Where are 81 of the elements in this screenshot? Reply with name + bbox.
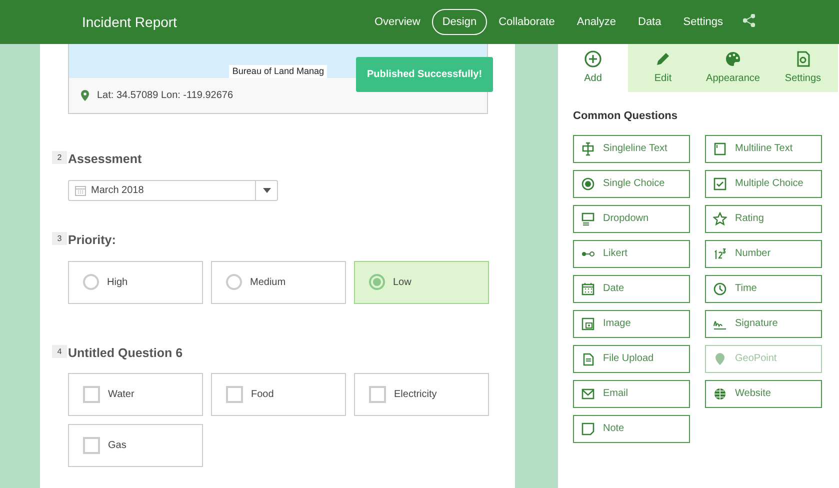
question-number: 3 [52, 232, 67, 245]
option-label: Food [251, 388, 274, 402]
radio-icon [581, 176, 595, 190]
envelope-icon [581, 386, 595, 400]
checkbox-option[interactable]: Electricity [354, 373, 489, 416]
toolbar-tab[interactable]: Edit [628, 44, 698, 92]
number-icon [713, 246, 727, 260]
text-area-icon [713, 142, 727, 156]
checkbox-option[interactable]: Water [68, 373, 203, 416]
map-attribution: Bureau of Land Manag [229, 64, 327, 78]
share-icon[interactable] [743, 14, 755, 26]
option-label: Medium [250, 276, 286, 290]
nav-tab[interactable]: Design [432, 8, 487, 36]
calendar-icon [581, 282, 595, 296]
question-type-button[interactable]: Rating [705, 204, 822, 232]
toolbar-tab[interactable]: Settings [768, 44, 838, 92]
nav-tab[interactable]: Data [628, 8, 672, 36]
checkbox[interactable] [83, 386, 100, 404]
radio-option[interactable]: Medium [211, 260, 346, 304]
question-type-button[interactable]: Number [705, 240, 822, 268]
question-title: Assessment [68, 151, 143, 168]
radio-button[interactable] [369, 274, 385, 290]
toolbar-tab[interactable]: Appearance [698, 44, 768, 92]
checkbox-option[interactable]: Food [211, 373, 346, 416]
text-field-icon [581, 142, 595, 156]
question-type-button[interactable]: Multiple Choice [705, 170, 822, 198]
date-field[interactable]: March 2018 [68, 180, 278, 201]
checkbox-option[interactable]: Gas [68, 424, 203, 468]
question-type-button[interactable]: Email [573, 380, 690, 408]
pencil-icon [654, 50, 672, 68]
add-icon [584, 50, 602, 68]
nav-tab[interactable]: Overview [364, 8, 430, 36]
question-type-button[interactable]: Image [573, 310, 690, 338]
radio-option[interactable]: High [68, 260, 203, 304]
radio-button[interactable] [226, 274, 242, 290]
question-number: 2 [52, 151, 67, 164]
question-type-button[interactable]: Likert [573, 240, 690, 268]
star-icon [713, 212, 727, 226]
nav-tab[interactable]: Settings [673, 8, 733, 36]
section-title: Common Questions [573, 109, 679, 124]
palette-icon [724, 50, 742, 68]
checkbox[interactable] [226, 386, 243, 404]
app-title: Incident Report [82, 12, 178, 32]
checkbox-icon [713, 176, 727, 190]
question-title: Untitled Question 6 [68, 344, 184, 362]
question-type-button[interactable]: Dropdown [573, 204, 690, 232]
option-label: Electricity [394, 388, 437, 402]
clock-icon [713, 282, 727, 296]
calendar-icon [74, 184, 86, 196]
question-type-button[interactable]: File Upload [573, 344, 690, 372]
location-text: Lat: 34.57089 Lon: -119.92676 [97, 89, 234, 103]
question-type-button[interactable]: Single Choice [573, 170, 690, 198]
question-type-button[interactable]: Singleline Text [573, 134, 690, 162]
option-label: Water [108, 388, 134, 402]
radio-button[interactable] [83, 274, 99, 290]
radio-option[interactable]: Low [354, 260, 489, 304]
globe-icon [713, 386, 727, 400]
date-value: March 2018 [91, 184, 144, 198]
checkbox[interactable] [369, 386, 386, 404]
dropdown-caret-icon [262, 188, 270, 193]
question-type-button[interactable]: Multiline Text [705, 134, 822, 162]
nav-tab[interactable]: Collaborate [488, 8, 565, 36]
image-icon [581, 316, 595, 330]
question-type-button[interactable]: Website [705, 380, 822, 408]
question-type-button[interactable]: Signature [705, 310, 822, 338]
question-type-button[interactable]: Note [573, 414, 690, 442]
nav-tab[interactable]: Analyze [566, 8, 626, 36]
option-label: Gas [108, 439, 126, 454]
note-icon [581, 422, 595, 436]
location-pin-icon [713, 352, 727, 366]
dropdown-icon [581, 212, 595, 226]
option-label: Low [393, 276, 412, 290]
file-icon [581, 352, 595, 366]
question-type-button[interactable]: Date [573, 274, 690, 302]
location-pin-icon [81, 90, 89, 101]
option-label: High [107, 276, 128, 290]
checkbox[interactable] [83, 437, 100, 454]
question-type-button[interactable]: Time [705, 274, 822, 302]
success-toast: Published Successfully! [356, 57, 494, 92]
question-number: 4 [52, 344, 67, 358]
question-title: Priority: [68, 232, 117, 249]
